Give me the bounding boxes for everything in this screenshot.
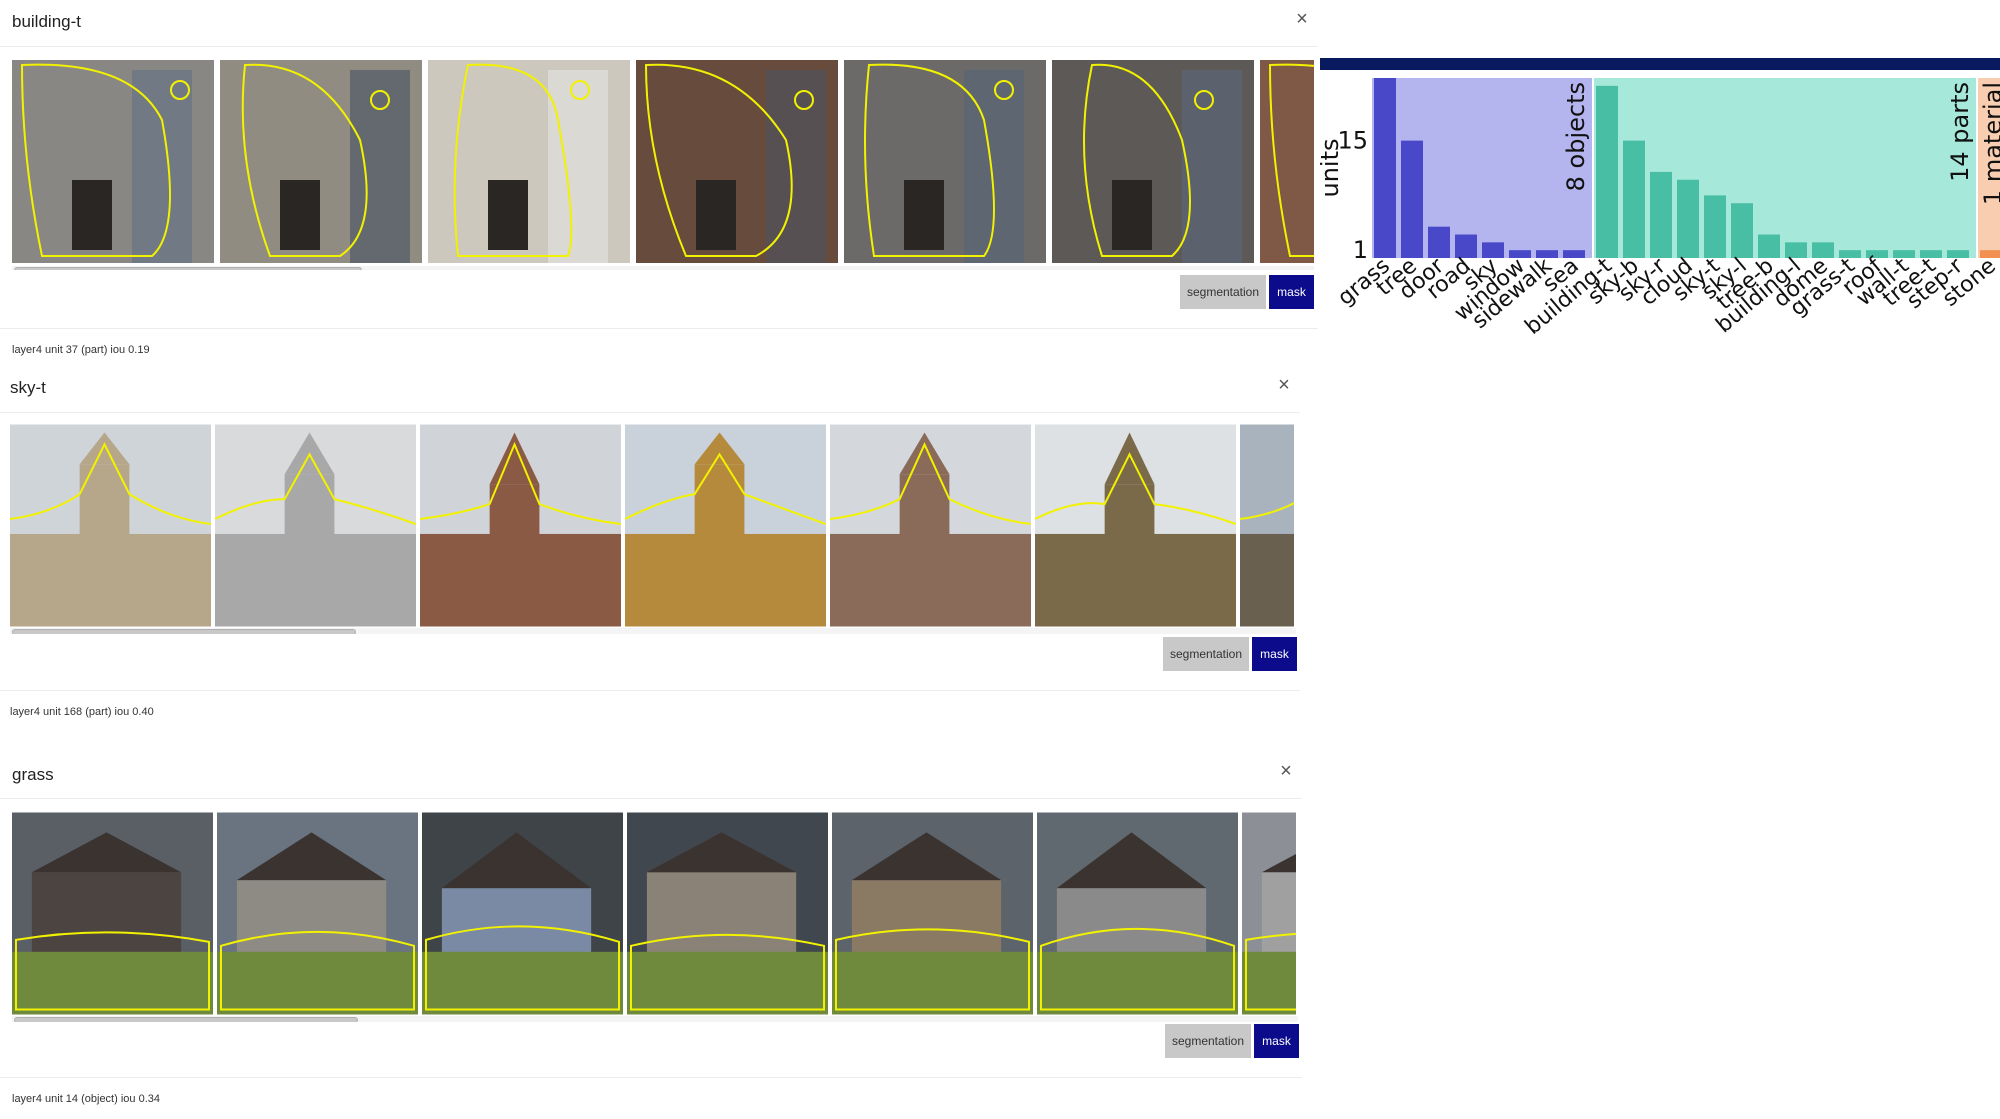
unit-card-sky-t: sky-t × segmentation mask layer4 unit 16… (0, 366, 1300, 726)
unit-info: layer4 unit 168 (part) iou 0.40 (10, 706, 154, 718)
unit-info: layer4 unit 14 (object) iou 0.34 (12, 1093, 160, 1105)
segmentation-button[interactable]: segmentation (1163, 637, 1249, 671)
bar (1623, 140, 1645, 258)
thumbnail-image[interactable] (627, 812, 828, 1015)
horizontal-scrollbar[interactable] (12, 266, 1314, 270)
thumbnail-image[interactable] (1260, 60, 1314, 263)
thumbnail-image[interactable] (830, 424, 1031, 627)
concept-count-chart: units115 8 objectsgrasstreedoorroadskywin… (1320, 58, 2000, 340)
bar (1731, 203, 1753, 258)
card-header: grass × (0, 752, 1302, 799)
unit-card-building-t: building-t × segmentation mask layer4 un… (0, 0, 1318, 362)
divider (0, 1077, 1302, 1078)
mask-button[interactable]: mask (1269, 275, 1314, 309)
group-label: 8 objects (1562, 82, 1590, 191)
scrollbar-thumb[interactable] (12, 629, 356, 634)
horizontal-scrollbar[interactable] (10, 628, 1296, 634)
thumbnail-image[interactable] (428, 60, 630, 263)
view-toggle: segmentation mask (1163, 637, 1297, 671)
group-label: 14 parts (1946, 82, 1974, 182)
segmentation-button[interactable]: segmentation (1180, 275, 1266, 309)
thumbnail-image[interactable] (1035, 424, 1236, 627)
divider (0, 328, 1318, 329)
thumbnail-image[interactable] (220, 60, 422, 263)
card-title: building-t (12, 12, 81, 31)
bar (1374, 78, 1396, 258)
card-title: sky-t (10, 378, 46, 397)
thumbnail-image[interactable] (215, 424, 416, 627)
thumbnail-image[interactable] (1037, 812, 1238, 1015)
card-header: sky-t × (0, 366, 1300, 413)
y-tick-label: 15 (1337, 127, 1368, 155)
mask-button[interactable]: mask (1254, 1024, 1299, 1058)
thumbnail-image[interactable] (844, 60, 1046, 263)
image-strip[interactable] (12, 60, 1314, 270)
thumbnail-image[interactable] (422, 812, 623, 1015)
card-header: building-t × (0, 0, 1318, 47)
thumbnail-image[interactable] (420, 424, 621, 627)
card-title: grass (12, 765, 54, 784)
thumbnail-image[interactable] (10, 424, 211, 627)
segmentation-button[interactable]: segmentation (1165, 1024, 1251, 1058)
bar (1428, 226, 1450, 258)
chart-top-band (1320, 58, 2000, 70)
image-strip[interactable] (12, 812, 1298, 1022)
bar (1677, 179, 1699, 258)
divider (0, 690, 1300, 691)
view-toggle: segmentation mask (1165, 1024, 1299, 1058)
bar (1401, 140, 1423, 258)
image-strip[interactable] (10, 424, 1296, 634)
thumbnail-image[interactable] (12, 60, 214, 263)
y-tick-label: 1 (1353, 236, 1368, 264)
scrollbar-thumb[interactable] (14, 1017, 358, 1022)
close-icon[interactable]: × (1274, 374, 1294, 396)
mask-button[interactable]: mask (1252, 637, 1297, 671)
thumbnail-image[interactable] (1240, 424, 1294, 627)
scrollbar-thumb[interactable] (14, 267, 362, 270)
unit-info: layer4 unit 37 (part) iou 0.19 (12, 344, 150, 356)
close-icon[interactable]: × (1292, 8, 1312, 30)
unit-card-grass: grass × segmentation mask layer4 unit 14… (0, 752, 1302, 1114)
thumbnail-image[interactable] (12, 812, 213, 1015)
thumbnail-image[interactable] (217, 812, 418, 1015)
bar (1704, 195, 1726, 258)
thumbnail-image[interactable] (1052, 60, 1254, 263)
close-icon[interactable]: × (1276, 760, 1296, 782)
view-toggle: segmentation mask (1180, 275, 1314, 309)
thumbnail-image[interactable] (1242, 812, 1296, 1015)
thumbnail-image[interactable] (832, 812, 1033, 1015)
bar (1650, 171, 1672, 258)
bar (1596, 85, 1618, 259)
thumbnail-image[interactable] (636, 60, 838, 263)
thumbnail-image[interactable] (625, 424, 826, 627)
horizontal-scrollbar[interactable] (12, 1016, 1298, 1022)
group-label: 1 material (1979, 82, 2000, 205)
